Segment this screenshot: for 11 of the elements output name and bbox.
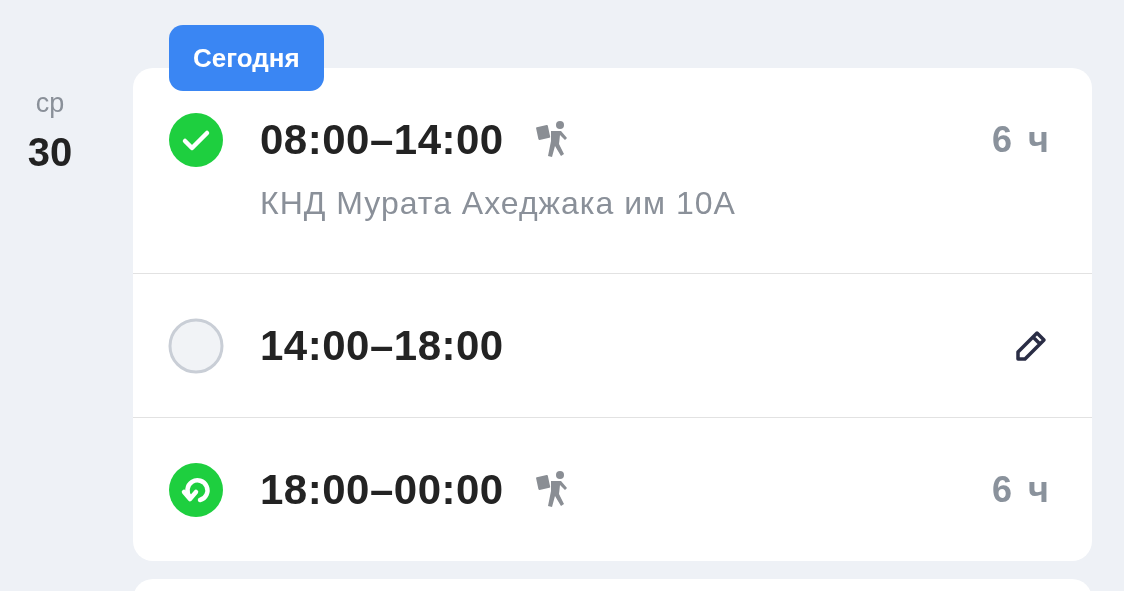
check-icon — [168, 112, 224, 168]
undo-icon — [168, 462, 224, 518]
shift-time: 08:00–14:00 — [260, 116, 504, 164]
today-badge: Сегодня — [169, 25, 324, 91]
weekday-label: ср — [35, 89, 65, 117]
date-label: 30 — [27, 131, 73, 173]
shift-duration: 6 ч — [992, 469, 1052, 511]
shift-address: КНД Мурата Ахеджака им 10А — [260, 186, 737, 220]
shift-time: 18:00–00:00 — [260, 466, 504, 514]
shift-time: 14:00–18:00 — [260, 322, 504, 370]
shift-duration: 6 ч — [992, 119, 1052, 161]
